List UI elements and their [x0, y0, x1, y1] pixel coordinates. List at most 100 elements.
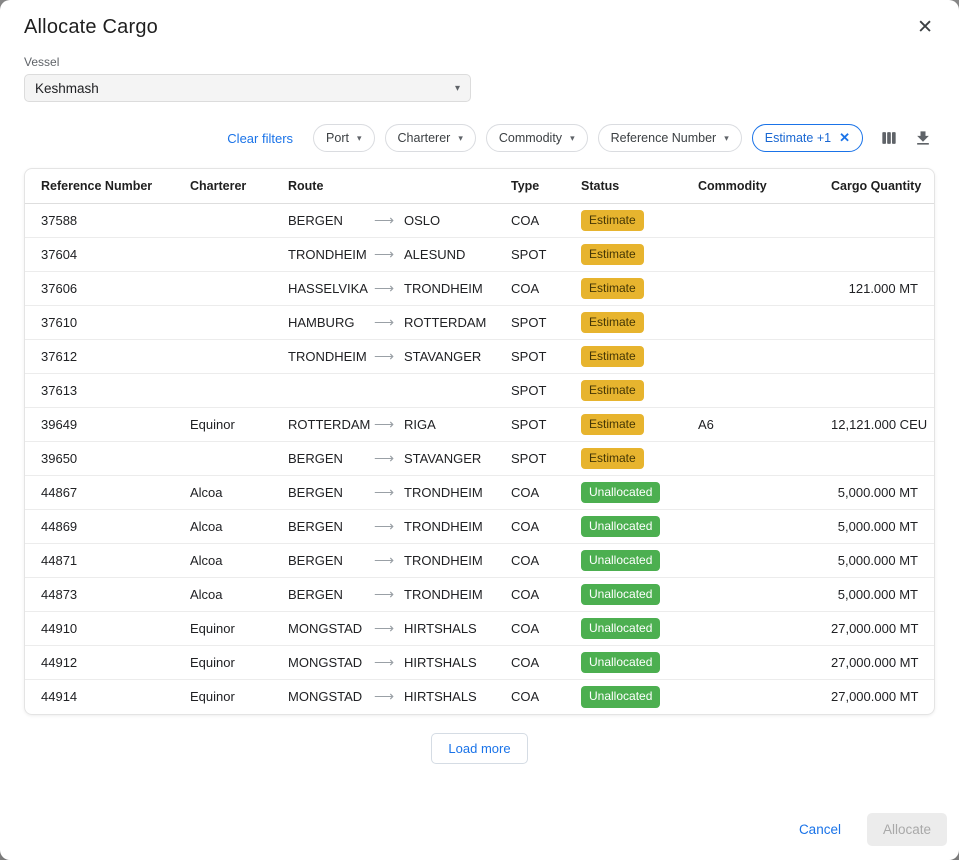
- cell-commodity: A6: [690, 408, 823, 442]
- table-row[interactable]: 44910EquinorMONGSTAD⟶HIRTSHALSCOAUnalloc…: [25, 612, 934, 646]
- route-origin: BERGEN: [288, 519, 374, 534]
- arrow-right-icon: ⟶: [374, 348, 404, 365]
- filter-chip-port[interactable]: Port ▾: [313, 124, 374, 152]
- cell-route: [280, 374, 503, 408]
- cell-type: COA: [503, 578, 573, 612]
- table-row[interactable]: 44912EquinorMONGSTAD⟶HIRTSHALSCOAUnalloc…: [25, 646, 934, 680]
- route-destination: RIGA: [404, 417, 436, 432]
- cell-reference-number: 37604: [25, 238, 182, 272]
- cell-cargo-quantity: [823, 442, 934, 476]
- cell-route: TRONDHEIM⟶ALESUND: [280, 238, 503, 272]
- cell-status: Unallocated: [573, 476, 690, 510]
- cell-reference-number: 39649: [25, 408, 182, 442]
- close-icon[interactable]: ✕: [915, 16, 935, 39]
- filter-chip-label: Port: [326, 131, 349, 145]
- load-more-button[interactable]: Load more: [431, 733, 527, 764]
- cell-charterer: Equinor: [182, 680, 280, 714]
- route-destination: HIRTSHALS: [404, 655, 477, 670]
- table-row[interactable]: 37612TRONDHEIM⟶STAVANGERSPOTEstimate: [25, 340, 934, 374]
- cell-status: Estimate: [573, 306, 690, 340]
- filter-chip-label: Commodity: [499, 131, 562, 145]
- cell-commodity: [690, 374, 823, 408]
- route-origin: ROTTERDAM: [288, 417, 374, 432]
- filter-chips: Port ▾ Charterer▾ Commodity▾ Reference Numbe…: [313, 124, 863, 152]
- cell-commodity: [690, 680, 823, 714]
- cell-charterer: [182, 374, 280, 408]
- route-destination: STAVANGER: [404, 451, 481, 466]
- cell-cargo-quantity: 27,000.000 MT: [823, 612, 934, 646]
- route-origin: BERGEN: [288, 587, 374, 602]
- cell-type: SPOT: [503, 340, 573, 374]
- table-row[interactable]: 44914EquinorMONGSTAD⟶HIRTSHALSCOAUnalloc…: [25, 680, 934, 714]
- cell-reference-number: 44912: [25, 646, 182, 680]
- cell-type: COA: [503, 272, 573, 306]
- columns-icon[interactable]: [877, 126, 901, 150]
- filter-chip-label: Charterer: [398, 131, 451, 145]
- status-badge: Estimate: [581, 414, 644, 436]
- cell-reference-number: 37606: [25, 272, 182, 306]
- cell-route: MONGSTAD⟶HIRTSHALS: [280, 646, 503, 680]
- table-row[interactable]: 37606HASSELVIKA⟶TRONDHEIMCOAEstimate121.…: [25, 272, 934, 306]
- cell-status: Estimate: [573, 238, 690, 272]
- table-row[interactable]: 37588BERGEN⟶OSLOCOAEstimate: [25, 204, 934, 238]
- table-body: 37588BERGEN⟶OSLOCOAEstimate37604 TRONDHEI…: [25, 204, 934, 714]
- cell-charterer: [182, 204, 280, 238]
- cell-status: Estimate: [573, 340, 690, 374]
- arrow-right-icon: ⟶: [374, 450, 404, 467]
- cell-commodity: [690, 340, 823, 374]
- status-badge: Estimate: [581, 210, 644, 232]
- table-row[interactable]: 39649EquinorROTTERDAM⟶RIGASPOTEstimateA6…: [25, 408, 934, 442]
- cell-type: COA: [503, 510, 573, 544]
- arrow-right-icon: ⟶: [374, 280, 404, 297]
- route-destination: TRONDHEIM: [404, 519, 483, 534]
- filter-chip-reference-number[interactable]: Reference Number▾: [598, 124, 742, 152]
- column-header: Cargo Quantity: [823, 169, 934, 204]
- cell-cargo-quantity: 27,000.000 MT: [823, 680, 934, 714]
- table-row[interactable]: 44869AlcoaBERGEN⟶TRONDHEIMCOAUnallocated…: [25, 510, 934, 544]
- cell-charterer: Alcoa: [182, 544, 280, 578]
- cell-status: Estimate: [573, 442, 690, 476]
- cell-reference-number: 44869: [25, 510, 182, 544]
- vessel-select[interactable]: Keshmash ▾: [24, 74, 471, 102]
- cell-reference-number: 37613: [25, 374, 182, 408]
- arrow-right-icon: ⟶: [374, 552, 404, 569]
- table-row[interactable]: 37613SPOTEstimate: [25, 374, 934, 408]
- table-row[interactable]: 44867AlcoaBERGEN⟶TRONDHEIMCOAUnallocated…: [25, 476, 934, 510]
- status-badge: Unallocated: [581, 686, 660, 708]
- dialog-header: Allocate Cargo ✕: [24, 16, 935, 39]
- status-badge: Unallocated: [581, 584, 660, 606]
- status-badge: Estimate: [581, 312, 644, 334]
- cell-commodity: [690, 646, 823, 680]
- table-row[interactable]: 44871AlcoaBERGEN⟶TRONDHEIMCOAUnallocated…: [25, 544, 934, 578]
- table-row[interactable]: 44873AlcoaBERGEN⟶TRONDHEIMCOAUnallocated…: [25, 578, 934, 612]
- cell-commodity: [690, 544, 823, 578]
- route-origin: BERGEN: [288, 485, 374, 500]
- table-row[interactable]: 37610HAMBURG⟶ROTTERDAMSPOTEstimate: [25, 306, 934, 340]
- route-origin: HASSELVIKA: [288, 281, 374, 296]
- table-row[interactable]: 37604 TRONDHEIM⟶ALESUNDSPOTEstimate: [25, 238, 934, 272]
- cell-charterer: [182, 306, 280, 340]
- cell-route: BERGEN⟶STAVANGER: [280, 442, 503, 476]
- route-origin: TRONDHEIM: [288, 247, 374, 262]
- chevron-down-icon: ▾: [357, 133, 362, 144]
- status-badge: Estimate: [581, 278, 644, 300]
- filter-chip-estimate-1[interactable]: Estimate +1✕: [752, 124, 863, 152]
- page-title: Allocate Cargo: [24, 16, 158, 39]
- allocate-button[interactable]: Allocate: [867, 813, 947, 846]
- clear-filters-link[interactable]: Clear filters: [227, 131, 293, 146]
- download-icon[interactable]: [911, 126, 935, 150]
- status-badge: Unallocated: [581, 516, 660, 538]
- cell-cargo-quantity: 5,000.000 MT: [823, 544, 934, 578]
- cell-reference-number: 44910: [25, 612, 182, 646]
- table-row[interactable]: 39650BERGEN⟶STAVANGERSPOTEstimate: [25, 442, 934, 476]
- filter-chip-commodity[interactable]: Commodity▾: [486, 124, 588, 152]
- route-destination: ALESUND: [404, 247, 465, 262]
- close-icon[interactable]: ✕: [839, 130, 850, 146]
- cell-status: Unallocated: [573, 612, 690, 646]
- filter-chip-charterer[interactable]: Charterer▾: [385, 124, 476, 152]
- cell-cargo-quantity: 5,000.000 MT: [823, 510, 934, 544]
- cell-type: SPOT: [503, 238, 573, 272]
- cancel-button[interactable]: Cancel: [799, 822, 841, 837]
- chevron-down-icon: ▾: [455, 83, 460, 94]
- cell-cargo-quantity: 12,121.000 CEU: [823, 408, 934, 442]
